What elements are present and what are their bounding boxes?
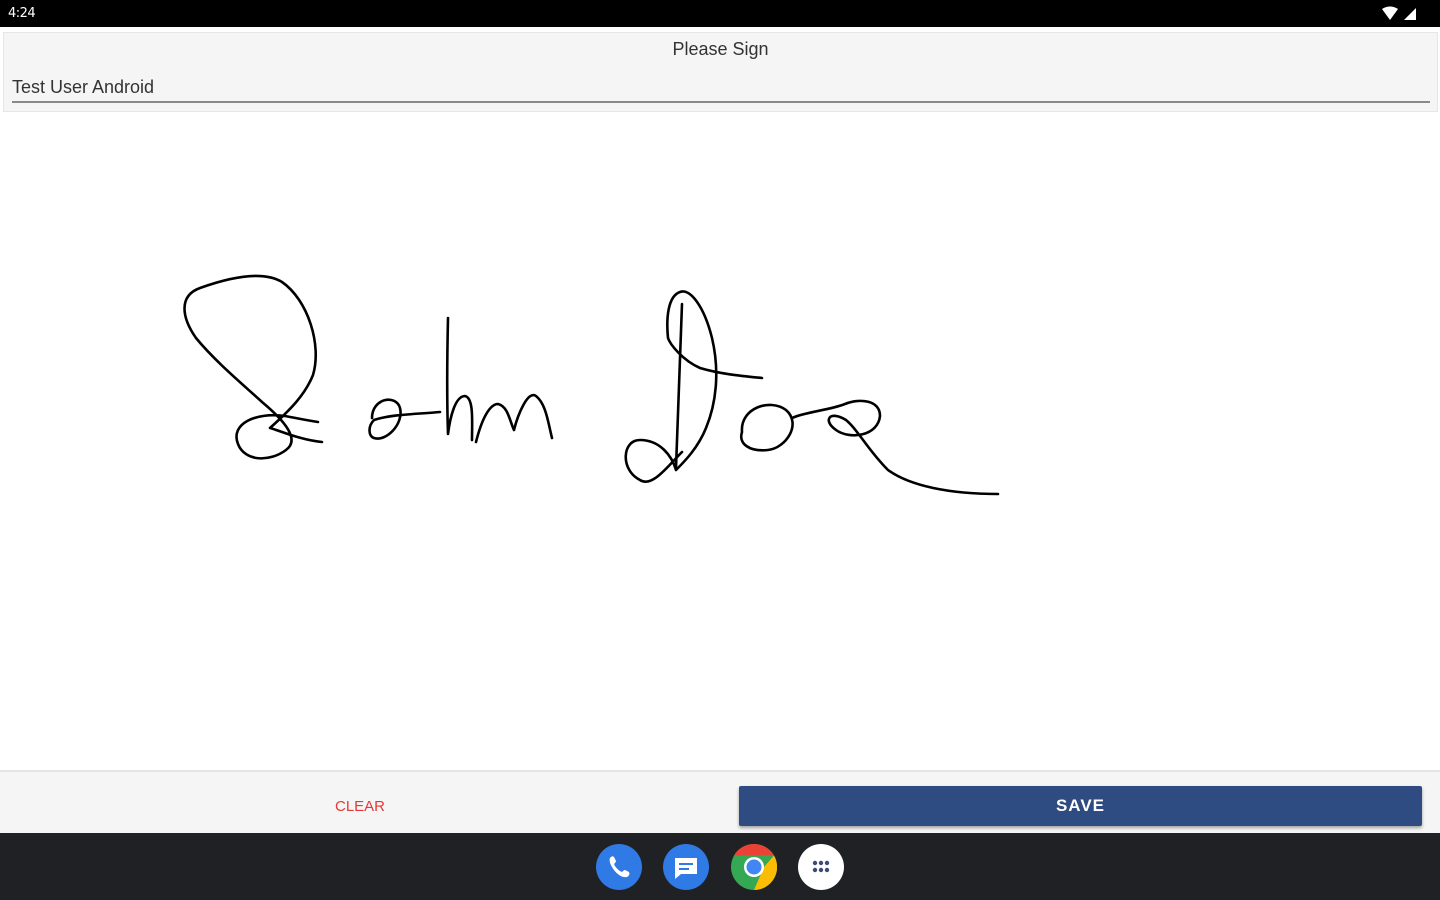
wifi-icon [1382,6,1398,20]
status-icons [1380,6,1420,22]
cell-signal-icon [1404,8,1416,20]
phone-icon[interactable] [596,844,642,890]
signer-name-value: Test User Android [12,77,155,97]
save-button[interactable]: SAVE [739,786,1422,826]
signature-stroke-o [368,398,442,440]
signature-drawing [183,274,1000,496]
status-bar: 4:24 [0,0,1440,27]
signature-stroke-o2 [739,403,794,452]
clear-button[interactable]: CLEAR [240,786,480,826]
signature-stroke-d [624,290,764,483]
navigation-dock [0,833,1440,900]
signature-stroke-e [790,399,1000,496]
signature-stroke-j [183,274,324,460]
signature-pad[interactable] [0,115,1440,770]
signer-name-field[interactable]: Test User Android [12,75,1430,103]
signature-stroke-n [474,393,554,444]
page-title: Please Sign [672,39,769,59]
signature-header: Please Sign Test User Android [3,32,1438,112]
app-drawer-icon[interactable] [798,844,844,890]
messages-icon[interactable] [663,844,709,890]
status-time: 4:24 [8,6,36,21]
chrome-icon[interactable] [731,844,777,890]
action-bar: CLEAR SAVE [0,770,1440,833]
signature-stroke-h [445,316,474,442]
